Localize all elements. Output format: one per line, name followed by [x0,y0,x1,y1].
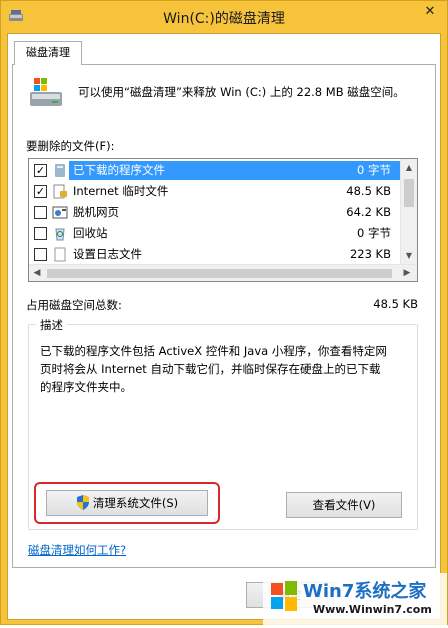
scroll-left-icon[interactable]: ◀ [29,265,45,281]
description-line: 已下载的程序文件包括 ActiveX 控件和 Java 小程序，你查看特定网 [40,344,387,358]
watermark-url: Www.Winwin7.com [313,603,432,616]
file-name: Internet 临时文件 [73,184,169,198]
file-name: 已下载的程序文件 [73,163,165,177]
list-item[interactable]: ✓ Internet 临时文件 48.5 KB [29,181,401,202]
checkbox[interactable]: ✓ [34,185,47,198]
view-files-button[interactable]: 查看文件(V) [286,492,402,518]
file-icon [54,247,66,262]
recycle-bin-icon [55,228,65,241]
title-bar[interactable]: Win(C:)的磁盘清理 ✕ [1,1,447,33]
watermark-logo: Win7系统之家 Www.Winwin7.com [263,573,447,625]
description-line: 的程序文件夹中。 [40,380,132,394]
files-to-delete-label: 要删除的文件(F): [26,139,115,153]
uac-shield-icon [76,495,89,510]
total-space-label: 占用磁盘空间总数: [26,298,122,312]
checkbox[interactable] [34,227,47,240]
vertical-scrollbar[interactable]: ▲ ▼ [400,159,417,264]
file-name: 脱机网页 [73,205,119,219]
how-cleanup-works-link[interactable]: 磁盘清理如何工作? [28,542,126,558]
list-item-selection: 已下载的程序文件 0 字节 [69,161,401,180]
disk-cleanup-window: Win(C:)的磁盘清理 ✕ 磁盘清理 可以使用“磁盘清理”来释放 Win (C… [0,0,448,625]
scroll-thumb[interactable] [404,179,414,207]
files-to-delete-list[interactable]: ✓ 已下载的程序文件 0 字节 ✓ Internet 临时文件 48.5 KB [28,158,418,282]
close-button[interactable]: ✕ [417,3,443,21]
file-name: 回收站 [73,226,108,240]
tab-disk-cleanup[interactable]: 磁盘清理 [14,41,82,65]
clean-system-files-label: 清理系统文件(S) [92,496,179,510]
file-size: 223 KB [349,247,391,261]
list-item[interactable]: ✓ 已下载的程序文件 0 字节 [29,160,401,181]
scroll-down-icon[interactable]: ▼ [401,247,417,264]
list-item[interactable]: 设置日志文件 223 KB [29,244,401,265]
clean-system-files-button[interactable]: 清理系统文件(S) [46,490,208,516]
file-name: 设置日志文件 [73,247,142,261]
offline-page-icon [52,206,68,219]
checkbox[interactable] [34,248,47,261]
horizontal-scrollbar[interactable]: ◀ ▶ [29,264,417,281]
scroll-thumb[interactable] [47,269,392,278]
description-title: 描述 [36,317,67,333]
scroll-right-icon[interactable]: ▶ [399,265,415,281]
list-item[interactable]: 脱机网页 64.2 KB [29,202,401,223]
description-line: 页时将会从 Internet 自动下载它们，并临时保存在硬盘上的已下载 [40,362,381,376]
checkbox[interactable]: ✓ [34,164,47,177]
lock-file-icon [53,184,67,199]
file-size: 64.2 KB [346,205,391,219]
file-size: 0 字节 [357,163,391,177]
total-space-value: 48.5 KB [373,297,418,311]
disk-drive-icon [30,78,62,106]
dialog-client-area: 磁盘清理 可以使用“磁盘清理”来释放 Win (C:) 上的 22.8 MB 磁… [7,33,441,620]
file-size: 0 字节 [357,226,391,240]
cleanup-summary-text: 可以使用“磁盘清理”来释放 Win (C:) 上的 22.8 MB 磁盘空间。 [78,85,405,99]
list-item[interactable]: 回收站 0 字节 [29,223,401,244]
checkbox[interactable] [34,206,47,219]
description-text: 已下载的程序文件包括 ActiveX 控件和 Java 小程序，你查看特定网 页… [40,342,412,396]
watermark-brand: Win7系统之家 [303,581,427,602]
folder-icon [55,164,65,177]
scroll-up-icon[interactable]: ▲ [401,159,417,176]
window-title: Win(C:)的磁盘清理 [163,11,285,27]
file-size: 48.5 KB [346,184,391,198]
